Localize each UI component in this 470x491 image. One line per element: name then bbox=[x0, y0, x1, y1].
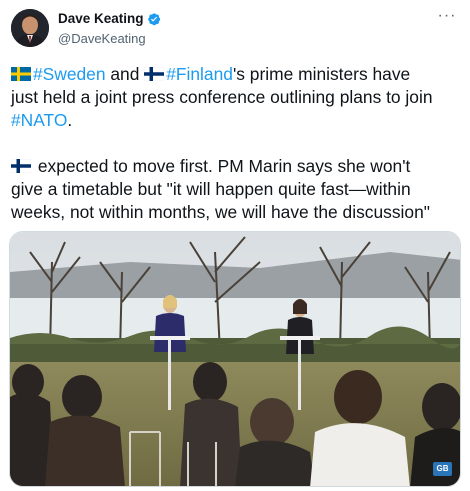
verified-badge-icon bbox=[147, 12, 161, 26]
more-options-icon[interactable]: ··· bbox=[435, 8, 459, 29]
tweet-text-fragment: and bbox=[105, 64, 145, 84]
media-photo[interactable]: GB bbox=[9, 231, 461, 487]
tweet-text-fragment: expected to move first. PM Marin says sh… bbox=[33, 156, 411, 176]
broadcaster-watermark: GB bbox=[433, 462, 452, 476]
tweet-paragraph-1: #Sweden and #Finland's prime ministers h… bbox=[11, 63, 463, 132]
hashtag-finland[interactable]: #Finland bbox=[166, 64, 233, 84]
avatar[interactable] bbox=[11, 9, 49, 47]
tweet-text-fragment: . bbox=[67, 110, 73, 130]
sweden-flag-icon bbox=[11, 64, 31, 81]
tweet-text-fragment: just held a joint press conference outli… bbox=[11, 87, 433, 107]
hashtag-sweden[interactable]: #Sweden bbox=[33, 64, 106, 84]
name-row: Dave Keating bbox=[58, 11, 161, 26]
tweet-paragraph-2: expected to move first. PM Marin says sh… bbox=[10, 155, 463, 224]
finland-flag-icon bbox=[143, 64, 165, 82]
finland-flag-icon bbox=[10, 156, 32, 174]
display-name[interactable]: Dave Keating bbox=[58, 11, 144, 26]
tweet-header: Dave Keating @DaveKeating ··· bbox=[11, 8, 459, 53]
tweet-text-fragment: 's prime ministers have bbox=[232, 64, 411, 84]
tweet-text-fragment: give a timetable but "it will happen qui… bbox=[11, 179, 411, 199]
handle[interactable]: @DaveKeating bbox=[58, 31, 146, 46]
tweet-text: #Sweden and #Finland's prime ministers h… bbox=[10, 63, 463, 224]
hashtag-nato[interactable]: #NATO bbox=[11, 110, 67, 130]
tweet-text-fragment: weeks, not within months, we will have t… bbox=[11, 202, 430, 222]
